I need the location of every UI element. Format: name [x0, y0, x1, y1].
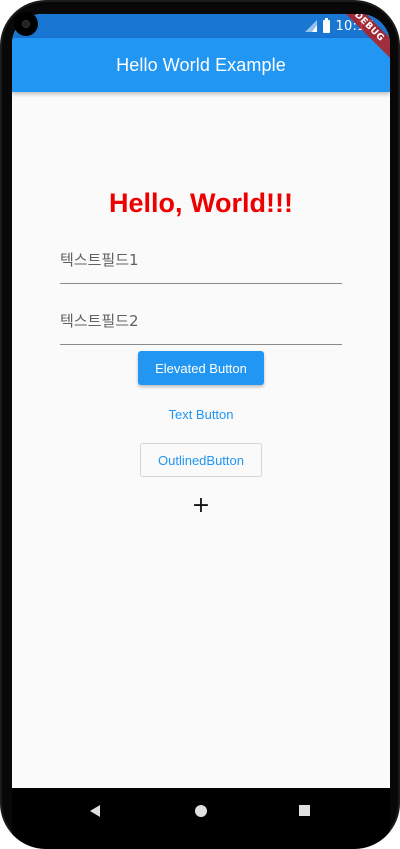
hello-world-text: Hello, World!!! — [109, 188, 293, 218]
recents-icon[interactable] — [299, 805, 310, 816]
app-bar: Hello World Example — [12, 38, 390, 92]
text-field-2[interactable] — [60, 298, 342, 345]
app-bar-title: Hello World Example — [116, 54, 286, 75]
signal-icon — [304, 20, 317, 32]
battery-icon — [322, 17, 330, 33]
elevated-button[interactable]: Elevated Button — [138, 351, 264, 385]
add-icon: + — [191, 493, 211, 518]
outlined-button[interactable]: OutlinedButton — [140, 443, 262, 477]
text-field-2-input[interactable] — [60, 298, 342, 344]
text-field-1[interactable] — [60, 237, 342, 284]
back-icon[interactable] — [90, 805, 100, 817]
text-field-1-input[interactable] — [60, 237, 342, 283]
home-icon[interactable] — [195, 805, 207, 817]
camera-lens — [22, 20, 30, 28]
device-screen: 10:17 DEBUG Hello World Example Hello, W… — [12, 14, 390, 849]
add-icon-button[interactable]: + — [188, 493, 214, 519]
phone-frame: 10:17 DEBUG Hello World Example Hello, W… — [0, 0, 400, 849]
main-content: Hello, World!!! Elevated Button Text But… — [12, 92, 390, 788]
status-bar: 10:17 — [12, 14, 390, 38]
front-camera — [14, 12, 38, 36]
text-button[interactable]: Text Button — [152, 399, 250, 429]
system-nav-bar — [12, 788, 390, 849]
